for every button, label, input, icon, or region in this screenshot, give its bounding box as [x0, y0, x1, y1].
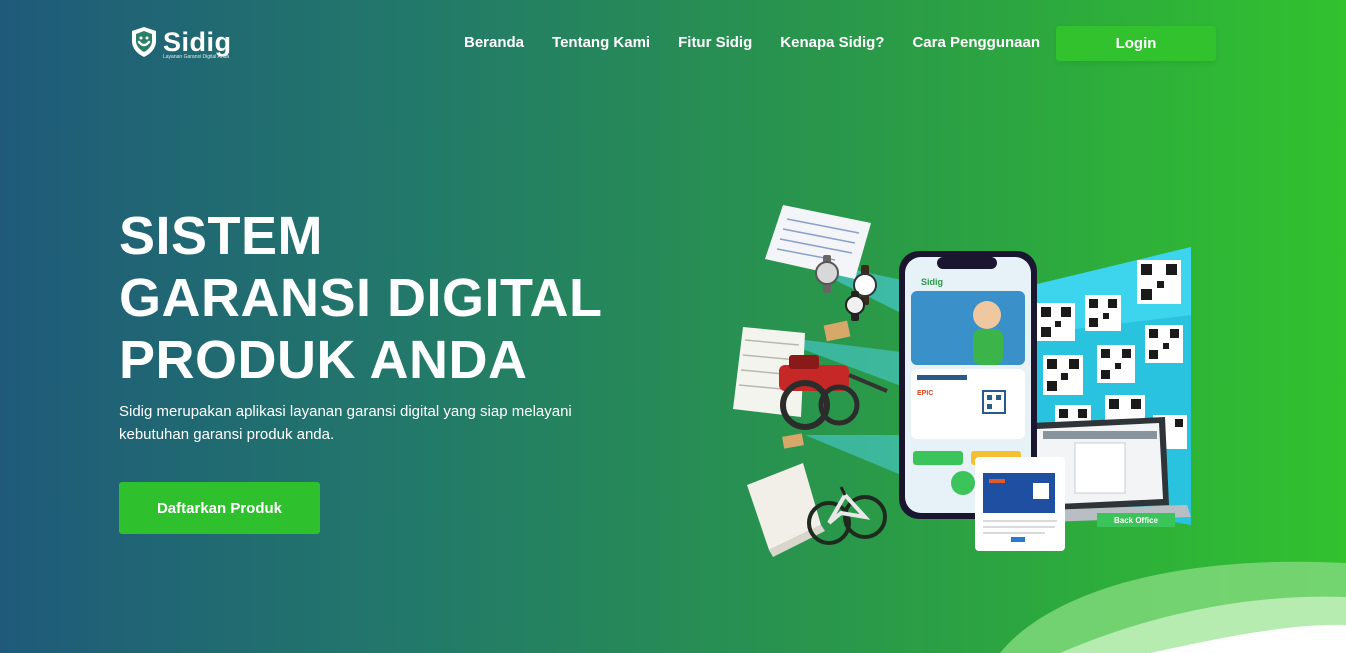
nav-cara-penggunaan[interactable]: Cara Penggunaan — [912, 34, 1040, 51]
login-button[interactable]: Login — [1056, 26, 1216, 61]
card-brand-text: EPIC — [917, 390, 933, 397]
back-office-label: Back Office — [1114, 516, 1159, 525]
hero-illustration: Sidig EPIC Back Office — [733, 205, 1191, 557]
top-navbar: Sidig Layanan Garansi Digital Anda Beran… — [0, 0, 1346, 86]
shield-icon — [132, 27, 156, 57]
bicycle-graphic — [807, 486, 887, 545]
phone-brand-text: Sidig — [921, 277, 943, 287]
nav-kenapa-sidig[interactable]: Kenapa Sidig? — [780, 34, 884, 51]
package-box-graphic — [782, 433, 804, 449]
decorative-wave — [1000, 561, 1346, 653]
register-product-button[interactable]: Daftarkan Produk — [119, 482, 320, 534]
hero-title: SISTEM GARANSI DIGITAL PRODUK ANDA — [119, 205, 602, 391]
hero-description: Sidig merupakan aplikasi layanan garansi… — [119, 403, 572, 443]
brand-tagline: Layanan Garansi Digital Anda — [163, 54, 230, 60]
main-menu: Beranda Tentang Kami Fitur Sidig Kenapa … — [464, 34, 1068, 51]
brand-logo[interactable]: Sidig Layanan Garansi Digital Anda — [131, 26, 232, 60]
nav-fitur-sidig[interactable]: Fitur Sidig — [678, 34, 752, 51]
hero-title-line-1: SISTEM — [119, 206, 324, 266]
hero-title-line-2: GARANSI DIGITAL — [119, 268, 603, 328]
nav-tentang-kami[interactable]: Tentang Kami — [552, 34, 650, 51]
brand-name: Sidig — [163, 27, 232, 57]
package-box-graphic — [823, 320, 851, 342]
nav-beranda[interactable]: Beranda — [464, 34, 524, 51]
hero-title-line-3: PRODUK ANDA — [119, 330, 528, 390]
warranty-receipt-graphic — [975, 457, 1065, 551]
